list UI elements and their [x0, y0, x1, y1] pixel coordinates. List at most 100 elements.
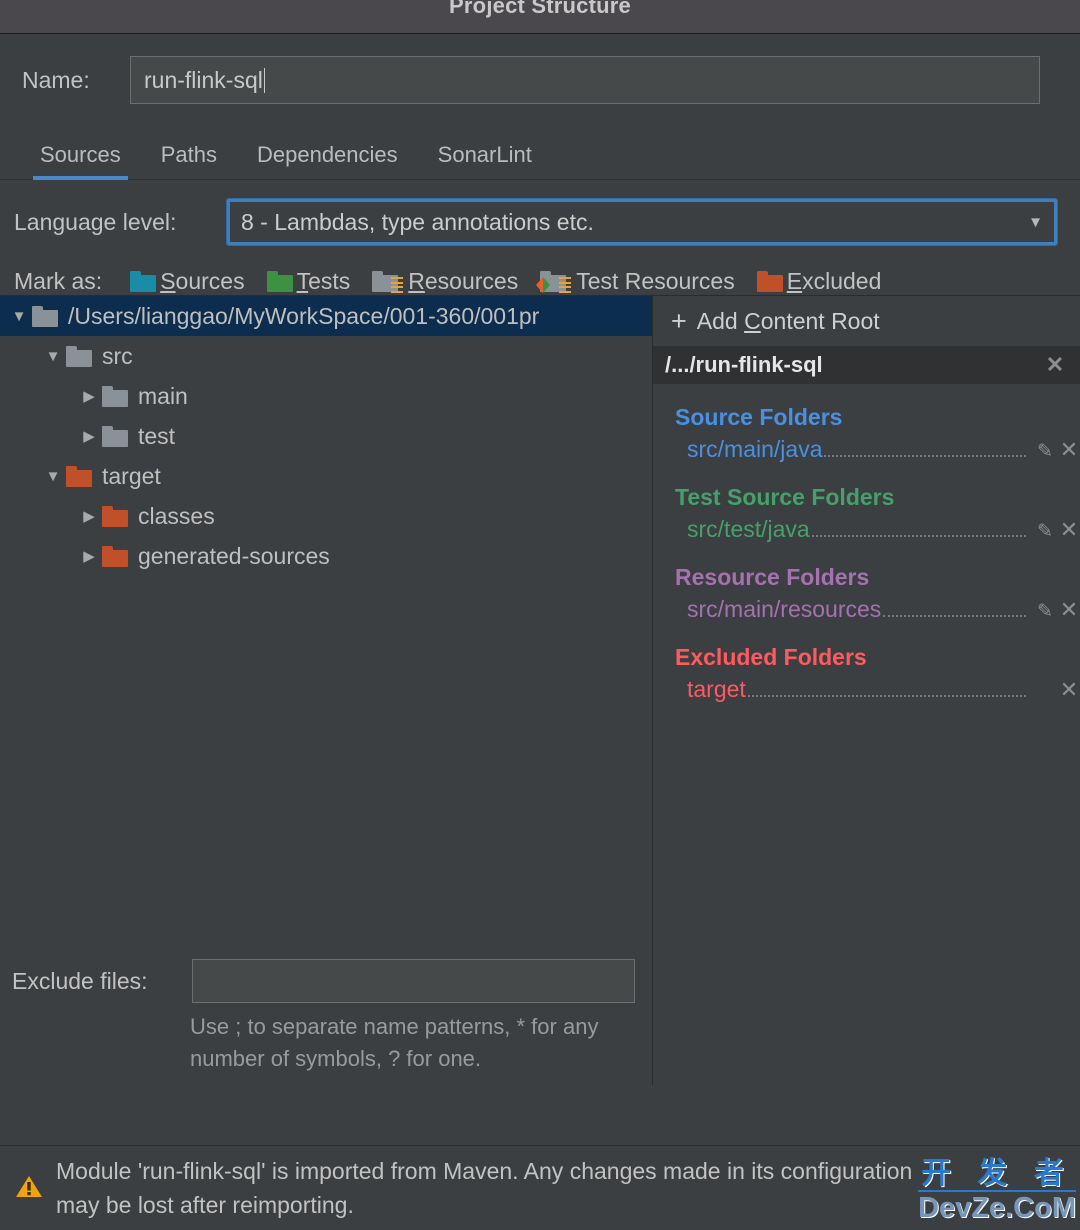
folder-icon [32, 306, 58, 327]
exclude-files-row: Exclude files: [0, 959, 652, 1003]
chevron-right-icon[interactable]: ▶ [76, 427, 102, 445]
module-name-label: Name: [22, 67, 130, 94]
pencil-icon[interactable]: ✎ [1032, 440, 1058, 463]
tree-row-label: target [102, 463, 161, 490]
text-caret [264, 68, 265, 93]
exclude-files-section: Exclude files: Use ; to separate name pa… [0, 959, 652, 1075]
project-structure-dialog: Project Structure Name: run-flink-sql So… [0, 0, 1080, 1230]
content-root-header[interactable]: /.../run-flink-sql ✕ [653, 346, 1080, 384]
tab-sonarlint[interactable]: SonarLint [418, 142, 552, 179]
dotted-leader [812, 535, 1026, 537]
category-excluded-folders: Excluded Folders target ✎ ✕ [653, 640, 1080, 704]
tree-row-label: main [138, 383, 188, 410]
mark-as-tests-button[interactable]: Tests [267, 268, 351, 295]
module-tabs: Sources Paths Dependencies SonarLint [0, 134, 1080, 180]
exclude-files-hint: Use ; to separate name patterns, * for a… [190, 1011, 638, 1075]
mark-as-row: Mark as: Sources Tests Resources [0, 246, 1080, 295]
content-root-path: /.../run-flink-sql [665, 352, 823, 378]
dotted-leader [748, 695, 1026, 697]
category-resource-folders: Resource Folders src/main/resources ✎ ✕ [653, 560, 1080, 624]
warning-bar: Module 'run-flink-sql' is imported from … [0, 1145, 1080, 1230]
close-icon[interactable]: ✕ [1058, 517, 1080, 543]
category-title: Test Source Folders [675, 480, 1080, 514]
add-content-root-button[interactable]: + Add Content Root [653, 296, 1080, 346]
tree-row[interactable]: ▼ src [0, 336, 652, 376]
tree-row-label: /Users/lianggao/MyWorkSpace/001-360/001p… [68, 303, 539, 330]
tree-row[interactable]: ▶ generated-sources [0, 536, 652, 576]
language-level-combobox[interactable]: 8 - Lambdas, type annotations etc. ▼ [226, 198, 1058, 246]
folder-icon [102, 386, 128, 407]
exclude-files-input[interactable] [192, 959, 635, 1003]
chevron-down-icon[interactable]: ▼ [6, 308, 32, 325]
mark-as-excluded-label: Excluded [787, 268, 882, 295]
folder-entry-path: src/main/resources [687, 596, 881, 623]
chevron-down-icon[interactable]: ▼ [40, 468, 66, 485]
tree-row[interactable]: ▼ target [0, 456, 652, 496]
folder-resources-icon [372, 271, 398, 292]
chevron-down-icon[interactable]: ▼ [40, 348, 66, 365]
folder-entry[interactable]: src/test/java ✎ ✕ [675, 516, 1080, 544]
dialog-titlebar: Project Structure [0, 0, 1080, 34]
mark-as-resources-button[interactable]: Resources [372, 268, 518, 295]
dotted-leader [824, 455, 1026, 457]
folder-icon [102, 426, 128, 447]
folder-entry[interactable]: target ✎ ✕ [675, 676, 1080, 704]
module-name-row: Name: run-flink-sql [0, 34, 1080, 104]
tab-paths[interactable]: Paths [141, 142, 237, 179]
tab-sources[interactable]: Sources [20, 142, 141, 179]
tree-row[interactable]: ▶ classes [0, 496, 652, 536]
category-test-source-folders: Test Source Folders src/test/java ✎ ✕ [653, 480, 1080, 544]
pencil-icon[interactable]: ✎ [1032, 600, 1058, 623]
folder-icon [66, 346, 92, 367]
category-title: Excluded Folders [675, 640, 1080, 674]
mark-as-resources-label: Resources [408, 268, 518, 295]
close-icon[interactable]: ✕ [1058, 597, 1080, 623]
mark-as-sources-button[interactable]: Sources [130, 268, 244, 295]
folder-excluded-icon [102, 506, 128, 527]
close-icon[interactable]: ✕ [1058, 437, 1080, 463]
exclude-files-label: Exclude files: [12, 968, 192, 995]
tree-row[interactable]: ▼ /Users/lianggao/MyWorkSpace/001-360/00… [0, 296, 652, 336]
tree-row-label: classes [138, 503, 215, 530]
mark-as-excluded-button[interactable]: Excluded [757, 268, 882, 295]
folder-test-resources-icon [540, 271, 566, 292]
category-title: Source Folders [675, 400, 1080, 434]
module-name-input[interactable]: run-flink-sql [130, 56, 1040, 104]
folder-entry-path: target [687, 676, 746, 703]
language-level-label: Language level: [14, 209, 226, 236]
pencil-icon[interactable]: ✎ [1032, 520, 1058, 543]
chevron-right-icon[interactable]: ▶ [76, 547, 102, 565]
mark-as-test-resources-label: Test Resources [576, 268, 735, 295]
module-name-value: run-flink-sql [144, 67, 263, 94]
folder-excluded-icon [102, 546, 128, 567]
add-content-root-label: Add Content Root [697, 308, 880, 335]
tree-row-label: src [102, 343, 133, 370]
warning-triangle-icon [14, 1171, 50, 1206]
close-icon[interactable]: ✕ [1058, 677, 1080, 703]
folder-sources-icon [130, 271, 156, 292]
content-split: ▼ /Users/lianggao/MyWorkSpace/001-360/00… [0, 295, 1080, 1085]
chevron-right-icon[interactable]: ▶ [76, 387, 102, 405]
folder-excluded-icon [66, 466, 92, 487]
folder-tests-icon [267, 271, 293, 292]
language-level-value: 8 - Lambdas, type annotations etc. [241, 209, 594, 236]
category-source-folders: Source Folders src/main/java ✎ ✕ [653, 400, 1080, 464]
warning-message: Module 'run-flink-sql' is imported from … [50, 1154, 950, 1222]
folder-entry[interactable]: src/main/java ✎ ✕ [675, 436, 1080, 464]
language-level-row: Language level: 8 - Lambdas, type annota… [0, 180, 1080, 246]
plus-icon: + [671, 308, 687, 335]
mark-as-label: Mark as: [14, 268, 102, 295]
chevron-right-icon[interactable]: ▶ [76, 507, 102, 525]
content-roots-panel: + Add Content Root /.../run-flink-sql ✕ … [653, 296, 1080, 1085]
folder-entry-path: src/test/java [687, 516, 810, 543]
tree-row[interactable]: ▶ main [0, 376, 652, 416]
dotted-leader [883, 615, 1026, 617]
mark-as-tests-label: Tests [297, 268, 351, 295]
tree-row[interactable]: ▶ test [0, 416, 652, 456]
mark-as-test-resources-button[interactable]: Test Resources [540, 268, 735, 295]
tab-dependencies[interactable]: Dependencies [237, 142, 418, 179]
close-icon[interactable]: ✕ [1044, 352, 1066, 378]
mark-as-sources-label: Sources [160, 268, 244, 295]
folder-entry[interactable]: src/main/resources ✎ ✕ [675, 596, 1080, 624]
dialog-title: Project Structure [0, 0, 1080, 19]
